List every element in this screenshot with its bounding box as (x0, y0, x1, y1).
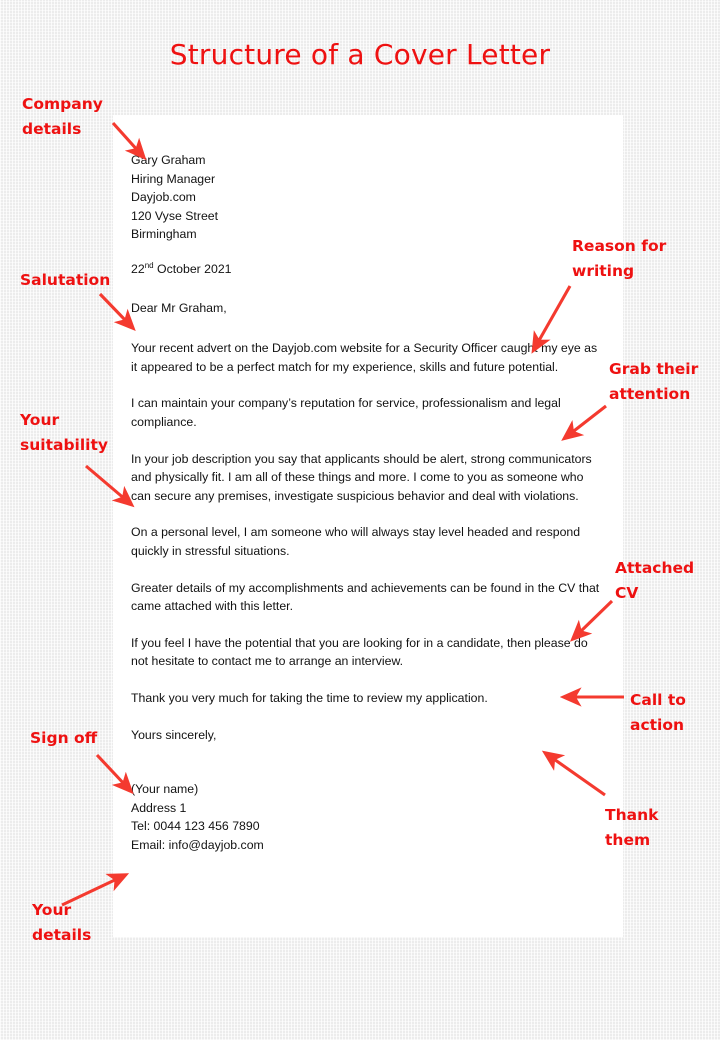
sender-details-block: (Your name) Address 1 Tel: 0044 123 456 … (131, 780, 601, 854)
sender-email: Email: info@dayjob.com (131, 837, 264, 852)
letter-paragraph-5: Greater details of my accomplishments an… (131, 580, 600, 614)
recipient-company: Dayjob.com (131, 190, 196, 205)
annotation-call-to-action: Call to action (630, 691, 686, 734)
annotation-reason-for-writing: Reason for writing (572, 237, 667, 280)
date-ordinal-suffix: nd (144, 260, 154, 270)
letter-paragraph-3: In your job description you say that app… (131, 451, 592, 503)
letter-body: Gary Graham Hiring Manager Dayjob.com 12… (131, 151, 601, 855)
annotation-attached-cv: Attached CV (615, 559, 695, 602)
letter-paragraph-2: I can maintain your company’s reputation… (131, 396, 561, 430)
date-rest: October 2021 (153, 262, 232, 277)
recipient-address-block: Gary Graham Hiring Manager Dayjob.com 12… (131, 151, 601, 244)
annotation-company-details: Company details (22, 95, 103, 138)
annotation-your-suitability: Your suitability (20, 411, 108, 454)
sender-telephone: Tel: 0044 123 456 7890 (131, 819, 260, 834)
letter-date: 22nd October 2021 (131, 257, 601, 279)
letter-paragraph-4: On a personal level, I am someone who wi… (131, 525, 581, 558)
letter-sign-off: Yours sincerely, (131, 727, 217, 742)
annotation-your-details: Your details (32, 901, 92, 944)
letter-salutation: Dear Mr Graham, (131, 300, 227, 315)
recipient-name: Gary Graham (131, 153, 206, 167)
page-title: Structure of a Cover Letter (169, 38, 551, 71)
date-day: 22 (131, 262, 145, 277)
annotation-sign-off: Sign off (30, 729, 98, 747)
annotation-thank-them: Thank them (605, 806, 659, 849)
annotation-salutation: Salutation (20, 271, 111, 289)
annotation-grab-their-attention: Grab their attention (609, 360, 699, 403)
sender-address: Address 1 (131, 800, 187, 815)
letter-paragraph-6: If you feel I have the potential that yo… (131, 635, 588, 669)
recipient-city: Birmingham (131, 227, 197, 242)
recipient-job-title: Hiring Manager (131, 171, 216, 186)
recipient-street: 120 Vyse Street (131, 208, 219, 223)
letter-paragraph-1: Your recent advert on the Dayjob.com web… (131, 341, 598, 374)
letter-paragraph-7: Thank you very much for taking the time … (131, 690, 488, 705)
letter-sheet: Gary Graham Hiring Manager Dayjob.com 12… (113, 115, 623, 937)
sender-name: (Your name) (131, 782, 199, 797)
